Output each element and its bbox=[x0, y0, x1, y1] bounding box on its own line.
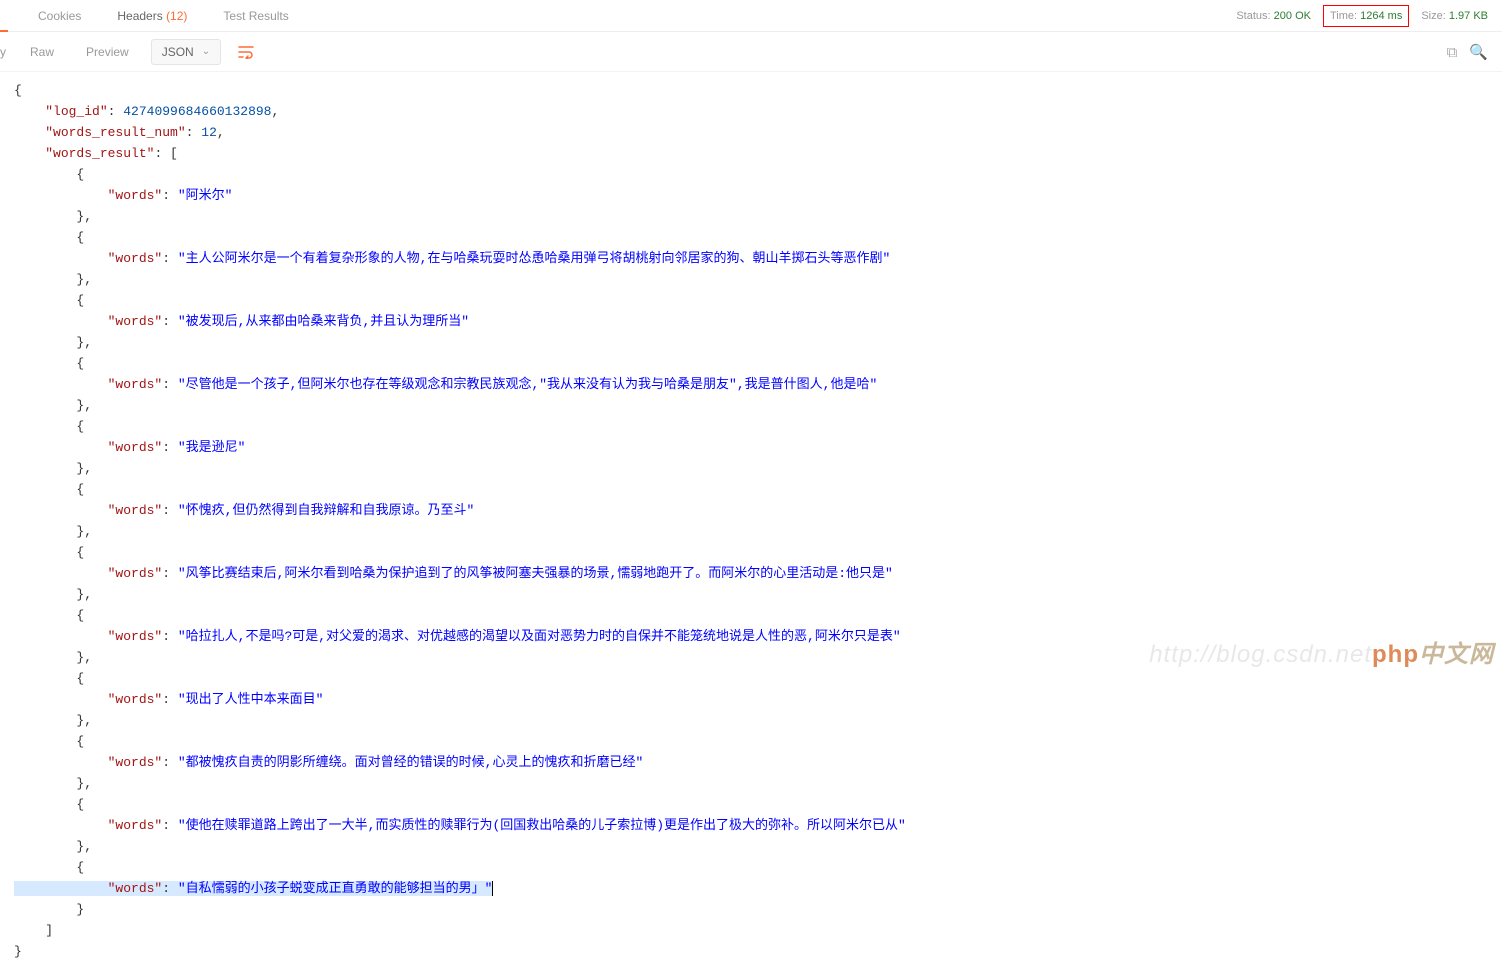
tab-headers-count: (12) bbox=[166, 9, 187, 23]
wrap-icon bbox=[238, 45, 254, 59]
size-value: 1.97 KB bbox=[1449, 10, 1488, 22]
time-box: Time: 1264 ms bbox=[1323, 5, 1409, 27]
body-action-icons: ⧉ 🔍 bbox=[1447, 32, 1488, 72]
chevron-down-icon: ⌄ bbox=[202, 46, 210, 57]
tab-cookies[interactable]: Cookies bbox=[20, 0, 99, 32]
copy-icon[interactable]: ⧉ bbox=[1447, 44, 1458, 61]
format-select[interactable]: JSON ⌄ bbox=[151, 39, 221, 65]
tab-headers-label: Headers bbox=[117, 9, 162, 23]
tab-test-results[interactable]: Test Results bbox=[205, 0, 306, 32]
sub-preview[interactable]: Preview bbox=[70, 32, 145, 72]
watermark: http://blog.csdn.netphp中文网 bbox=[1149, 634, 1494, 669]
status-label: Status: bbox=[1236, 10, 1270, 22]
time-label: Time: bbox=[1330, 10, 1357, 22]
status-value: 200 OK bbox=[1274, 10, 1311, 22]
text-cursor bbox=[492, 881, 493, 896]
search-icon[interactable]: 🔍 bbox=[1469, 43, 1488, 61]
watermark-php: php bbox=[1372, 641, 1419, 668]
wrap-toggle-button[interactable] bbox=[231, 39, 261, 65]
watermark-url: http://blog.csdn.net bbox=[1149, 641, 1372, 668]
json-response-body[interactable]: { "log_id": 4274099684660132898, "words_… bbox=[0, 72, 1502, 970]
format-select-label: JSON bbox=[162, 45, 194, 59]
sub-y[interactable]: y bbox=[0, 32, 14, 72]
time-value: 1264 ms bbox=[1360, 10, 1402, 22]
size-label: Size: bbox=[1421, 10, 1445, 22]
response-format-row: y Raw Preview JSON ⌄ ⧉ 🔍 bbox=[0, 32, 1502, 72]
watermark-cn: 中文网 bbox=[1419, 641, 1494, 668]
status-area: Status: 200 OK Time: 1264 ms Size: 1.97 … bbox=[1236, 0, 1488, 32]
response-tabs: Cookies Headers (12) Test Results Status… bbox=[0, 0, 1502, 32]
sub-raw[interactable]: Raw bbox=[14, 32, 70, 72]
tab-headers[interactable]: Headers (12) bbox=[99, 0, 205, 32]
